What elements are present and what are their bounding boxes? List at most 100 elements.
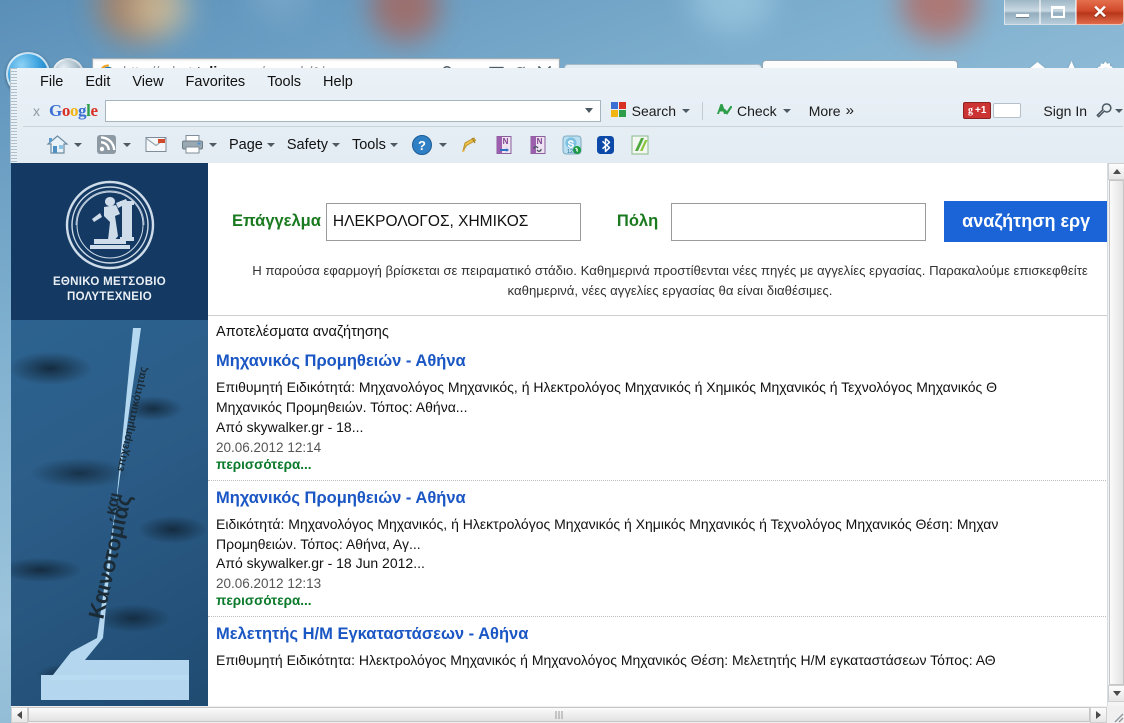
result-snippet: Επιθυμητή Ειδικότητα: Ηλεκτρολόγος Μηχαν… xyxy=(216,652,996,669)
result-title-link[interactable]: Μελετητής Η/Μ Εγκαταστάσεων - Αθήνα xyxy=(216,625,1116,644)
browser-chrome: File Edit View Favorites Tools Help x Go… xyxy=(10,68,1124,163)
read-mail-icon xyxy=(143,133,168,156)
read-mail-button[interactable] xyxy=(137,133,174,156)
onenote-linked-button[interactable]: N xyxy=(521,134,555,156)
help-button[interactable]: ? xyxy=(404,133,453,156)
navigation-bar: ← → http://robot.teliaco.gr/search/1/ xyxy=(0,26,1124,96)
result-more-link[interactable]: περισσότερα... xyxy=(216,593,1116,608)
scroll-up-button[interactable] xyxy=(1108,163,1124,180)
scroll-down-button[interactable] xyxy=(1108,685,1124,702)
results-heading: Αποτελέσματα αναζήτησης xyxy=(216,324,389,340)
home-page-icon xyxy=(45,133,70,156)
chevron-down-icon xyxy=(782,108,791,113)
result-title-link[interactable]: Μηχανικός Προμηθειών - Αθήνα xyxy=(216,352,1116,371)
onenote-send-icon: N xyxy=(493,134,515,156)
result-more-link[interactable]: περισσότερα... xyxy=(216,457,1116,472)
rss-feed-button[interactable] xyxy=(88,133,137,156)
page-menu-button[interactable]: Page xyxy=(223,137,281,153)
google-toolbar-close-button[interactable]: x xyxy=(23,103,49,119)
menu-file[interactable]: File xyxy=(29,71,74,93)
sign-in-button[interactable]: Sign In xyxy=(1043,103,1087,119)
help-icon: ? xyxy=(410,133,435,156)
tools-menu-label: Tools xyxy=(351,136,386,153)
title-bar: ✕ xyxy=(0,0,1124,26)
menu-view[interactable]: View xyxy=(121,71,174,93)
svg-text:N: N xyxy=(536,137,542,146)
google-more-button[interactable]: More » xyxy=(800,102,863,119)
onenote-clip-button[interactable] xyxy=(453,134,487,156)
print-button[interactable] xyxy=(174,133,223,156)
chevron-down-icon xyxy=(331,142,340,147)
close-button[interactable]: ✕ xyxy=(1076,0,1124,25)
menu-edit[interactable]: Edit xyxy=(74,71,121,93)
tools-menu-button[interactable]: Tools xyxy=(346,137,404,153)
chevron-down-icon xyxy=(123,142,131,147)
window-horizontal-scrollbar[interactable] xyxy=(11,706,1107,723)
chevron-down-icon xyxy=(438,142,447,147)
print-icon xyxy=(180,133,205,156)
google-g-icon: g xyxy=(968,105,973,116)
result-item: Μηχανικός Προμηθειών - Αθήνα Ειδικότητά:… xyxy=(208,481,1124,618)
bluetooth-icon xyxy=(595,134,617,156)
search-submit-button[interactable]: αναζήτηση εργ xyxy=(944,201,1109,242)
skype-button[interactable]: 123 xyxy=(555,134,589,156)
google-check-button[interactable]: Check xyxy=(706,101,800,121)
green-app-icon xyxy=(629,134,651,156)
google-search-input[interactable] xyxy=(104,99,601,122)
chevron-down-icon xyxy=(209,142,217,147)
experimental-notice: Η παρούσα εφαρμογή βρίσκεται σε πειραματ… xyxy=(252,263,1088,299)
scrollbar-thumb[interactable] xyxy=(1109,180,1124,685)
svg-text:123: 123 xyxy=(567,149,576,155)
maximize-button[interactable] xyxy=(1040,0,1076,25)
plus-one-button[interactable]: g +1 xyxy=(963,102,992,119)
result-source: Από skywalker.gr - 18 Jun 2012... xyxy=(216,555,425,572)
window-vertical-scrollbar[interactable] xyxy=(1107,163,1124,706)
scroll-right-button[interactable] xyxy=(1090,706,1107,723)
result-date: 20.06.2012 12:14 xyxy=(216,439,322,455)
job-input[interactable] xyxy=(325,202,581,241)
resize-grip[interactable] xyxy=(1107,706,1124,723)
menu-bar: File Edit View Favorites Tools Help xyxy=(29,70,364,94)
google-search-button[interactable]: Search xyxy=(601,101,699,121)
google-check-label: Check xyxy=(737,102,777,119)
scroll-left-button[interactable] xyxy=(11,706,28,723)
google-logo: Google xyxy=(49,100,98,120)
divider xyxy=(702,101,703,120)
result-item: Μελετητής Η/Μ Εγκαταστάσεων - Αθήνα Επιθ… xyxy=(208,617,1124,678)
university-name: ΕΘΝΙΚΟ ΜΕΤΣΟΒΙΟ ΠΟΛΥΤΕΧΝΕΙΟ xyxy=(52,276,167,303)
google-toolbar: x Google Search Check More » g +1 Sign I… xyxy=(23,95,1123,127)
scrollbar-thumb[interactable] xyxy=(28,707,1090,722)
chevron-down-icon[interactable] xyxy=(584,108,593,113)
minimize-button[interactable] xyxy=(1004,0,1040,25)
result-date: 20.06.2012 12:13 xyxy=(216,576,322,592)
rss-feed-icon xyxy=(94,133,119,156)
result-item: Μηχανικός Προμηθειών - Αθήνα Επιθυμητή Ε… xyxy=(208,344,1124,481)
svg-text:?: ? xyxy=(418,138,426,153)
menu-help[interactable]: Help xyxy=(312,71,364,93)
bluetooth-button[interactable] xyxy=(589,134,623,156)
safety-menu-label: Safety xyxy=(286,136,328,153)
result-title-link[interactable]: Μηχανικός Προμηθειών - Αθήνα xyxy=(216,489,1116,508)
page-sidebar: ΕΘΝΙΚΟ ΜΕΤΣΟΒΙΟ ΠΟΛΥΤΕΧΝΕΙΟ Καινοτομίας … xyxy=(11,163,208,723)
page-content: Επάγγελμα Πόλη αναζήτηση εργ Η παρούσα ε… xyxy=(208,163,1124,723)
menu-favorites[interactable]: Favorites xyxy=(175,71,257,93)
city-input[interactable] xyxy=(671,202,927,241)
google-search-label: Search xyxy=(631,102,676,119)
menu-tools[interactable]: Tools xyxy=(256,71,312,93)
home-page-button[interactable] xyxy=(39,133,88,156)
green-app-button[interactable] xyxy=(623,134,657,156)
result-snippet: Ειδικότητά: Μηχανολόγος Μηχανικός, ή Ηλε… xyxy=(216,515,999,552)
search-form-area: Επάγγελμα Πόλη αναζήτηση εργ Η παρούσα ε… xyxy=(208,163,1124,316)
job-label: Επάγγελμα xyxy=(232,212,321,230)
result-source: Από skywalker.gr - 18... xyxy=(216,418,364,435)
results-list: Αποτελέσματα αναζήτησης Μηχανικός Προμηθ… xyxy=(208,316,1124,723)
wrench-icon[interactable] xyxy=(1095,102,1123,119)
safety-menu-button[interactable]: Safety xyxy=(281,137,346,153)
onenote-send-button[interactable]: N xyxy=(487,134,521,156)
plus-one-counter xyxy=(993,103,1022,118)
onenote-linked-icon: N xyxy=(527,134,549,156)
search-form: Επάγγελμα Πόλη αναζήτηση εργ xyxy=(232,201,1109,242)
more-chevron-icon: » xyxy=(845,102,854,119)
city-label: Πόλη xyxy=(616,212,659,230)
svg-text:N: N xyxy=(502,137,508,146)
